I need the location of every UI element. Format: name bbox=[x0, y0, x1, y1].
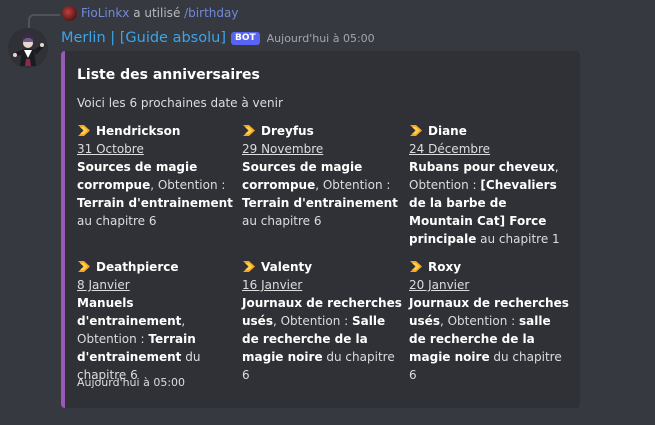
field-date: 8 Janvier bbox=[77, 278, 130, 292]
reply-command[interactable]: /birthday bbox=[184, 6, 238, 20]
reply-user-avatar[interactable] bbox=[62, 6, 77, 21]
reply-line: FioLinkx a utilisé /birthday bbox=[81, 5, 238, 21]
field-name-text: Deathpierce bbox=[96, 260, 179, 274]
field-name: Dreyfus bbox=[242, 122, 404, 140]
field-body: Journaux de recherches usés, Obtention :… bbox=[242, 294, 404, 384]
field-date: 24 Décembre bbox=[409, 142, 491, 156]
bot-avatar-icon bbox=[8, 28, 48, 68]
birthday-field: Hendrickson 31 Octobre Sources de magie co… bbox=[77, 122, 239, 230]
field-body-bold: Terrain d'entrainement bbox=[242, 196, 398, 210]
field-name: Valenty bbox=[242, 258, 404, 276]
field-name-text: Diane bbox=[428, 124, 467, 138]
arrow-right-emoji-icon bbox=[410, 260, 422, 272]
field-date: 29 Novembre bbox=[242, 142, 324, 156]
embed-footer-timestamp: Aujourd'hui à 05:00 bbox=[77, 376, 186, 389]
arrow-right-emoji-icon bbox=[243, 124, 255, 136]
arrow-right-emoji-icon bbox=[410, 124, 422, 136]
field-name: Roxy bbox=[409, 258, 571, 276]
birthday-field: Dreyfus 29 Novembre Sources de magie corro… bbox=[242, 122, 404, 230]
field-body: Journaux de recherches usés, Obtention :… bbox=[409, 294, 571, 384]
field-date: 20 Janvier bbox=[409, 278, 470, 292]
field-body-text: , Obtention : bbox=[150, 178, 226, 192]
field-body: Rubans pour cheveux, Obtention : [Cheval… bbox=[409, 158, 571, 248]
arrow-right-emoji-icon bbox=[78, 260, 90, 272]
field-name-text: Valenty bbox=[261, 260, 313, 274]
field-date: 31 Octobre bbox=[77, 142, 144, 156]
birthday-field: Diane 24 Décembre Rubans pour cheveux, Obt… bbox=[409, 122, 571, 248]
field-body-text: au chapitre 6 bbox=[242, 214, 322, 228]
field-body: Sources de magie corrompue, Obtention : … bbox=[77, 158, 239, 230]
birthday-field: Valenty 16 Janvier Journaux de recherches … bbox=[242, 258, 404, 384]
field-body-bold: Manuels d'entrainement bbox=[77, 296, 182, 328]
field-name: Hendrickson bbox=[77, 122, 239, 140]
field-body-text: , Obtention : bbox=[439, 314, 520, 328]
field-name-text: Roxy bbox=[428, 260, 462, 274]
field-body-bold: Rubans pour cheveux bbox=[409, 160, 555, 174]
message-header: Merlin | [Guide absolu] BOT Aujourd'hui … bbox=[61, 28, 375, 48]
field-body-text: , Obtention : bbox=[315, 178, 391, 192]
chat-message: FioLinkx a utilisé /birthday Merlin | [G… bbox=[0, 0, 655, 425]
reply-username[interactable]: FioLinkx bbox=[81, 6, 129, 20]
field-date: 16 Janvier bbox=[242, 278, 303, 292]
field-body: Sources de magie corrompue, Obtention : … bbox=[242, 158, 404, 230]
field-body-text: au chapitre 6 bbox=[77, 214, 157, 228]
field-body-bold: Terrain d'entrainement bbox=[77, 196, 233, 210]
author-name[interactable]: Merlin | [Guide absolu] bbox=[61, 30, 226, 46]
field-body-text: , Obtention : bbox=[272, 314, 353, 328]
birthday-field: Deathpierce 8 Janvier Manuels d'entraineme… bbox=[77, 258, 239, 384]
field-body: Manuels d'entrainement, Obtention : Terr… bbox=[77, 294, 239, 384]
field-name: Deathpierce bbox=[77, 258, 239, 276]
arrow-right-emoji-icon bbox=[78, 124, 90, 136]
bot-badge: BOT bbox=[230, 31, 260, 45]
field-name-text: Dreyfus bbox=[261, 124, 314, 138]
arrow-right-emoji-icon bbox=[243, 260, 255, 272]
field-name-text: Hendrickson bbox=[96, 124, 181, 138]
field-name: Diane bbox=[409, 122, 571, 140]
field-body-text: au chapitre 1 bbox=[476, 232, 560, 246]
birthday-field: Roxy 20 Janvier Journaux de recherches usé… bbox=[409, 258, 571, 384]
embed-title: Liste des anniversaires bbox=[77, 67, 260, 83]
reply-text-middle: a utilisé bbox=[129, 6, 185, 20]
message-timestamp: Aujourd'hui à 05:00 bbox=[266, 31, 375, 45]
embed-card: Liste des anniversaires Voici les 6 proc… bbox=[61, 51, 580, 408]
bot-avatar[interactable] bbox=[8, 28, 48, 68]
embed-description: Voici les 6 prochaines date à venir bbox=[77, 96, 283, 110]
